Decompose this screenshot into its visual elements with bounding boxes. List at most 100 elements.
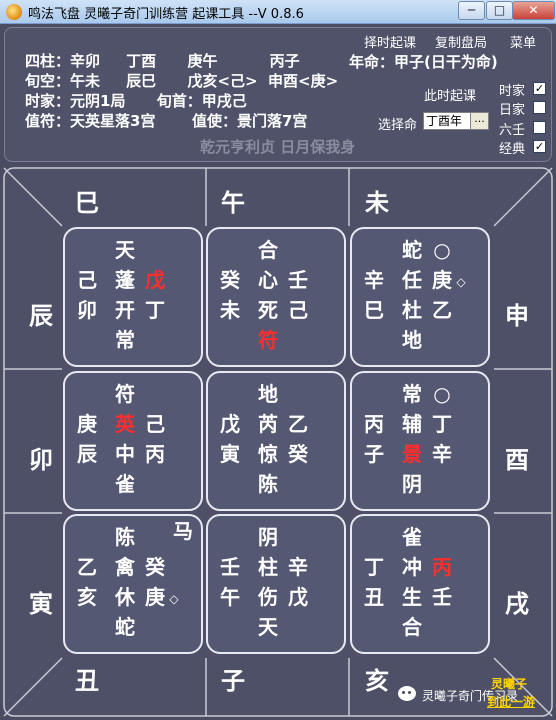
zhi-you: 酉 — [505, 446, 529, 474]
palace-top-char: 天 — [115, 238, 135, 262]
palace-5[interactable]: 地 戊 芮 乙 寅 惊 癸 陈 — [206, 371, 346, 511]
zhi-chen: 辰 — [29, 302, 53, 330]
palace-left-top: 庚 — [77, 412, 97, 436]
minimize-button[interactable]: ─ — [458, 1, 485, 20]
palace-left-bottom: 丑 — [364, 585, 384, 609]
palace-god: 陈 — [258, 472, 278, 496]
cishi-qike-button[interactable]: 此时起课 — [424, 85, 476, 104]
palace-right-top: 辛 — [288, 555, 308, 579]
zhi-mao: 卯 — [29, 446, 53, 474]
palace-top-char: 合 — [258, 238, 278, 262]
palace-6[interactable]: 雀 丁 冲 丙 丑 生 壬 合 — [350, 514, 490, 654]
checkbox-label: 六壬 — [499, 123, 526, 138]
palace-star: 英 — [115, 412, 135, 436]
palace-right-top: 己 — [145, 412, 165, 436]
palace-left-bottom: 辰 — [77, 442, 97, 466]
palace-right-top: 庚 — [432, 268, 452, 292]
checkbox-label: 日家 — [499, 103, 526, 118]
palace-left-bottom: 亥 — [77, 585, 97, 609]
palace-right-bottom: 癸 — [288, 442, 308, 466]
zhi-si: 巳 — [75, 189, 99, 217]
checkbox-box[interactable] — [533, 101, 546, 114]
zhi-hai: 亥 — [365, 667, 389, 695]
palace-left-top: 戊 — [220, 412, 240, 436]
xuanze-ming-input[interactable]: 丁酉年 ... — [423, 112, 489, 130]
palace-god: 阴 — [402, 472, 422, 496]
palace-left-bottom: 午 — [220, 585, 240, 609]
zhi-wu: 午 — [221, 189, 245, 217]
title-bar: 鸣法飞盘 灵曦子奇门训练营 起课工具 --V 0.8.6 ─ □ ✕ — [0, 0, 556, 24]
horse-marker: 马 — [173, 519, 193, 543]
palace-star: 辅 — [402, 412, 422, 436]
palace-top-char: 阴 — [258, 525, 278, 549]
palace-star: 冲 — [402, 555, 422, 579]
window-title: 鸣法飞盘 灵曦子奇门训练营 起课工具 --V 0.8.6 — [28, 7, 304, 22]
palace-8[interactable]: 陈 马 乙 禽 癸 亥 休 庚 ◇ 蛇 — [63, 514, 203, 654]
palace-2[interactable]: 蛇 ○ 辛 任 庚 ◇ 巳 杜 乙 地 — [350, 227, 490, 367]
palace-star: 蓬 — [115, 268, 135, 292]
palace-star: 禽 — [115, 555, 135, 579]
xunkong-line: 旬空：午未 辰巳 戊亥<己> 申酉<庚> — [25, 72, 339, 90]
checkbox-box[interactable]: ✓ — [533, 140, 546, 153]
wechat-icon — [398, 686, 416, 701]
zhi-xu: 戌 — [505, 590, 529, 618]
zhifu-line: 值符：天英星落3宫 值使：景门落7宫 — [25, 112, 308, 130]
kong-circle-icon: ○ — [433, 382, 451, 406]
zhi-chou: 丑 — [75, 667, 99, 695]
palace-right-bottom: 庚 — [145, 585, 165, 609]
palace-left-bottom: 卯 — [77, 298, 97, 322]
shijia-line: 时家：元阴1局 旬首：甲戌己 — [25, 92, 247, 110]
palace-right-bottom: 戊 — [288, 585, 308, 609]
palace-gate: 休 — [115, 585, 135, 609]
checkbox-box[interactable]: ✓ — [533, 82, 546, 95]
checkbox-label: 经典 — [499, 142, 526, 157]
palace-4[interactable]: 天 己 蓬 戊 卯 开 丁 常 — [63, 227, 203, 367]
author-watermark-sub: 到此一游 — [487, 695, 536, 709]
palace-3[interactable]: 符 庚 英 己 辰 中 丙 雀 — [63, 371, 203, 511]
kong-circle-icon: ○ — [433, 238, 451, 262]
palace-1[interactable]: 阴 壬 柱 辛 午 伤 戊 天 — [206, 514, 346, 654]
copy-layout-menu[interactable]: 复制盘局 — [435, 32, 487, 51]
author-watermark: 灵曦子 — [491, 677, 528, 691]
zhi-wei: 未 — [365, 189, 389, 217]
palace-gate: 开 — [115, 298, 135, 322]
palace-left-bottom: 子 — [364, 442, 384, 466]
palace-god: 符 — [258, 328, 278, 352]
palace-top-char: 符 — [115, 382, 135, 406]
browse-button[interactable]: ... — [470, 113, 488, 129]
palace-god: 蛇 — [115, 615, 135, 639]
palace-left-top: 辛 — [364, 268, 384, 292]
palace-god: 地 — [402, 328, 422, 352]
qimen-board: 巳 午 未 辰 申 卯 酉 寅 戌 丑 子 亥 天 己 蓬 戊 卯 开 丁 常 … — [0, 166, 556, 718]
main-menu[interactable]: 菜单 — [510, 32, 536, 51]
xuanze-ming-label: 选择命 — [378, 118, 418, 133]
nianming-text: 年命：甲子(日干为命) — [349, 53, 498, 71]
xuanze-ming-value: 丁酉年 — [426, 114, 463, 128]
palace-left-bottom: 寅 — [220, 442, 240, 466]
palace-right-bottom: 丙 — [145, 442, 165, 466]
palace-right-bottom: 乙 — [432, 298, 452, 322]
palace-right-bottom: 辛 — [432, 442, 452, 466]
palace-left-top: 己 — [77, 268, 97, 292]
app-logo-icon — [6, 4, 22, 20]
checkbox-box[interactable] — [533, 121, 546, 134]
palace-right-top: 丙 — [432, 555, 452, 579]
palace-left-top: 壬 — [220, 555, 240, 579]
palace-god: 天 — [258, 615, 278, 639]
zhi-yin: 寅 — [29, 590, 53, 618]
close-button[interactable]: ✕ — [512, 1, 555, 20]
palace-9[interactable]: 合 癸 心 壬 未 死 己 符 — [206, 227, 346, 367]
palace-7[interactable]: 常 ○ 丙 辅 丁 子 景 辛 阴 — [350, 371, 490, 511]
palace-top-char: 陈 — [115, 525, 135, 549]
palace-gate: 惊 — [258, 442, 278, 466]
palace-left-top: 丙 — [364, 412, 384, 436]
maximize-button[interactable]: □ — [486, 1, 513, 20]
palace-top-char: 地 — [258, 382, 278, 406]
palace-right-top: 癸 — [145, 555, 165, 579]
palace-gate: 死 — [258, 298, 278, 322]
zeshi-qike-menu[interactable]: 择时起课 — [364, 32, 416, 51]
palace-star: 柱 — [258, 555, 278, 579]
palace-right-top: 乙 — [288, 412, 308, 436]
palace-left-top: 乙 — [77, 555, 97, 579]
diamond-marker-icon: ◇ — [456, 275, 466, 289]
